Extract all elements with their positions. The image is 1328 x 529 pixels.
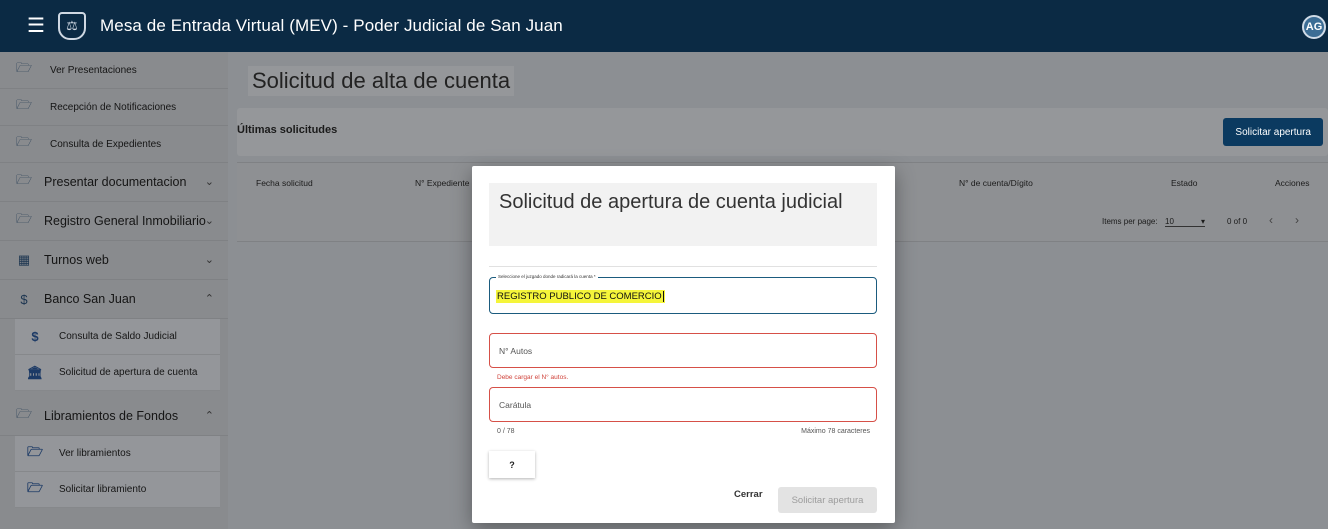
account-opening-dialog: Solicitud de apertura de cuenta judicial… xyxy=(472,166,895,523)
sidebar-item-presentar-documentacion[interactable]: 🗁 Presentar documentacion ⌄ xyxy=(0,163,228,202)
card-title: Últimas solicitudes xyxy=(237,124,338,136)
chevron-down-icon: ⌄ xyxy=(204,254,214,266)
sidebar-item-registro-inmobiliario[interactable]: 🗁 Registro General Inmobiliario ⌄ xyxy=(0,202,228,241)
calendar-icon: ▦ xyxy=(17,252,31,267)
autos-placeholder: N° Autos xyxy=(499,346,533,356)
user-avatar[interactable]: AG xyxy=(1302,15,1326,39)
sidebar-item-recepcion-notificaciones[interactable]: 🗁 Recepción de Notificaciones xyxy=(0,89,228,126)
solicitar-apertura-button[interactable]: Solicitar apertura xyxy=(1223,118,1323,146)
sidebar-item-label: Turnos web xyxy=(44,253,109,267)
dialog-title: Solicitud de apertura de cuenta judicial xyxy=(489,183,877,246)
sidebar-item-banco-san-juan[interactable]: $ Banco San Juan ⌃ xyxy=(0,280,228,319)
next-page-icon[interactable]: › xyxy=(1295,213,1299,227)
table-header-acciones: Acciones xyxy=(1275,178,1310,188)
sidebar-item-consulta-expedientes[interactable]: 🗁 Consulta de Expedientes xyxy=(0,126,228,163)
app-title: Mesa de Entrada Virtual (MEV) - Poder Ju… xyxy=(100,16,563,35)
folder-icon: 🗁 xyxy=(15,60,33,75)
sidebar: 🗁 Ver Presentaciones 🗁 Recepción de Noti… xyxy=(0,52,228,529)
court-select-value[interactable]: REGISTRO PUBLICO DE COMERCIO xyxy=(496,290,665,304)
dollar-icon: $ xyxy=(31,329,39,344)
sidebar-item-label: Ver libramientos xyxy=(59,448,131,459)
sidebar-item-solicitar-libramiento[interactable]: 🗁 Solicitar libramiento xyxy=(15,472,220,508)
page-size-value: 10 xyxy=(1165,217,1174,226)
hamburger-icon[interactable]: ☰ xyxy=(24,14,48,38)
dollar-icon: $ xyxy=(20,291,28,307)
sidebar-item-label: Libramientos de Fondos xyxy=(44,409,179,423)
folder-icon: 🗁 xyxy=(15,172,33,187)
sidebar-item-libramientos[interactable]: 🗁 Libramientos de Fondos ⌃ xyxy=(0,397,228,436)
caratula-hint: Máximo 78 caracteres xyxy=(801,428,870,435)
sidebar-item-label: Recepción de Notificaciones xyxy=(50,101,177,113)
autos-error: Debe cargar el N° autos. xyxy=(497,374,569,381)
divider xyxy=(489,266,877,267)
sidebar-item-label: Consulta de Saldo Judicial xyxy=(59,331,177,342)
chevron-up-icon: ⌃ xyxy=(204,410,214,422)
table-header-fecha[interactable]: Fecha solicitud xyxy=(256,178,313,188)
court-select-label: Seleccione el juzgado donde radicará la … xyxy=(496,274,598,279)
sidebar-item-label: Consulta de Expedientes xyxy=(50,138,162,150)
sidebar-item-label: Solicitud de apertura de cuenta xyxy=(59,367,198,378)
sidebar-item-solicitud-apertura[interactable]: 🏛 Solicitud de apertura de cuenta xyxy=(15,355,220,391)
court-select-field[interactable]: Seleccione el juzgado donde radicará la … xyxy=(489,274,877,314)
page-range: 0 of 0 xyxy=(1227,217,1248,226)
caratula-counter: 0 / 78 xyxy=(497,428,515,435)
folder-icon: 🗁 xyxy=(15,211,33,226)
bank-icon: 🏛 xyxy=(26,364,44,380)
close-button[interactable]: Cerrar xyxy=(734,489,763,500)
table-header-expediente[interactable]: N° Expediente xyxy=(415,178,469,188)
caratula-placeholder: Carátula xyxy=(499,400,532,410)
requests-card-header: Últimas solicitudes Solicitar apertura xyxy=(237,108,1328,156)
judicial-shield-logo: ⚖ xyxy=(58,12,86,40)
sidebar-item-label: Presentar documentacion xyxy=(44,175,187,189)
folder-icon: 🗁 xyxy=(15,134,33,149)
folder-icon: 🗁 xyxy=(26,479,44,495)
previous-page-icon[interactable]: ‹ xyxy=(1269,213,1273,227)
chevron-down-icon: ⌄ xyxy=(204,176,214,188)
sidebar-item-turnos-web[interactable]: ▦ Turnos web ⌄ xyxy=(0,241,228,280)
table-header-cuenta[interactable]: N° de cuenta/Dígito xyxy=(959,178,1033,188)
chevron-down-icon: ⌄ xyxy=(204,215,214,227)
sidebar-item-label: Banco San Juan xyxy=(44,292,136,306)
page-title: Solicitud de alta de cuenta xyxy=(248,66,515,96)
sidebar-item-label: Registro General Inmobiliario xyxy=(44,214,206,228)
page-size-select[interactable]: 10 ▾ xyxy=(1165,217,1205,227)
sidebar-item-ver-libramientos[interactable]: 🗁 Ver libramientos xyxy=(15,436,220,472)
chevron-up-icon: ⌃ xyxy=(204,293,214,305)
autos-input[interactable]: N° Autos xyxy=(489,333,877,368)
sidebar-item-ver-presentaciones[interactable]: 🗁 Ver Presentaciones xyxy=(0,52,228,89)
submit-button[interactable]: Solicitar apertura xyxy=(778,487,877,513)
items-per-page-label: Items per page: xyxy=(1102,217,1158,226)
sidebar-item-label: Ver Presentaciones xyxy=(50,64,137,76)
folder-icon: 🗁 xyxy=(26,443,44,459)
sidebar-item-consulta-saldo[interactable]: $ Consulta de Saldo Judicial xyxy=(15,319,220,355)
table-header-estado[interactable]: Estado xyxy=(1171,178,1197,188)
caratula-input[interactable]: Carátula xyxy=(489,387,877,422)
folder-icon: 🗁 xyxy=(15,97,33,112)
folder-icon: 🗁 xyxy=(15,406,33,421)
top-app-bar: ☰ ⚖ Mesa de Entrada Virtual (MEV) - Pode… xyxy=(0,0,1328,52)
sidebar-item-label: Solicitar libramiento xyxy=(59,484,147,495)
dropdown-arrow-icon: ▾ xyxy=(1200,217,1205,226)
help-button[interactable]: ? xyxy=(489,451,535,478)
